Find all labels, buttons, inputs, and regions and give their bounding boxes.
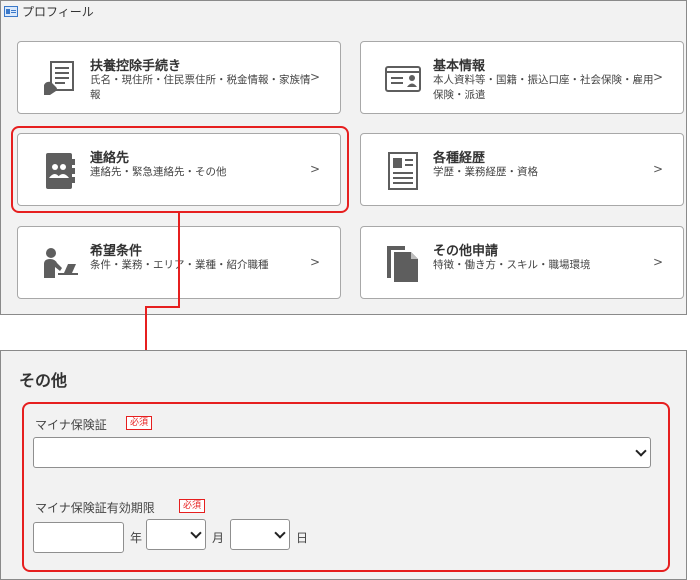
id-card-icon xyxy=(383,59,423,99)
card-subtitle: 特徴・働き方・スキル・職場環境 xyxy=(433,259,591,271)
window-title: プロフィール xyxy=(22,4,94,19)
chevron-right-icon: > xyxy=(652,162,663,176)
card-title: 希望条件 xyxy=(90,244,143,259)
card-kihon[interactable]: 基本情報 本人資料等・国籍・振込口座・社会保険・雇用保険・派遣 > xyxy=(360,41,684,114)
expiry-day-select[interactable] xyxy=(230,519,290,550)
card-subtitle: 学歴・業務経歴・資格 xyxy=(433,166,538,178)
card-keireki[interactable]: 各種経歴 学歴・業務経歴・資格 > xyxy=(360,133,684,206)
insurance-card-select[interactable] xyxy=(33,437,651,468)
day-unit: 日 xyxy=(296,531,309,545)
card-subtitle: 氏名・現住所・住民票住所・税金情報・家族情報 xyxy=(90,74,311,101)
card-subtitle: 本人資料等・国籍・振込口座・社会保険・雇用保険・派遣 xyxy=(433,74,654,101)
month-unit: 月 xyxy=(212,531,225,545)
year-unit: 年 xyxy=(130,531,143,545)
chevron-down-icon xyxy=(274,526,286,539)
connector-line xyxy=(178,213,180,308)
card-fuyo[interactable]: 扶養控除手続き 氏名・現住所・住民票住所・税金情報・家族情報 > xyxy=(17,41,341,114)
chevron-right-icon: > xyxy=(309,255,320,269)
required-badge: 必須 xyxy=(179,499,206,513)
expiry-year-input[interactable] xyxy=(33,522,124,553)
card-title: 扶養控除手続き xyxy=(90,59,182,74)
chevron-right-icon: > xyxy=(652,255,663,269)
chevron-right-icon: > xyxy=(652,70,663,84)
card-subtitle: 条件・業務・エリア・業種・紹介職種 xyxy=(90,258,312,273)
expiry-month-select[interactable] xyxy=(146,519,206,550)
tax-form-icon xyxy=(40,59,80,99)
chevron-down-icon xyxy=(190,526,202,539)
insurance-card-label: マイナ保険証 xyxy=(35,418,107,432)
connector-line xyxy=(145,306,180,308)
resume-icon xyxy=(383,151,423,191)
card-title: 各種経歴 xyxy=(433,151,486,166)
highlight-frame-contact xyxy=(11,126,349,213)
required-badge: 必須 xyxy=(126,416,153,430)
card-title: 基本情報 xyxy=(433,59,486,74)
section-title: その他 xyxy=(19,371,68,390)
card-title: その他申請 xyxy=(433,244,499,259)
person-desk-icon xyxy=(40,244,80,284)
profile-card-icon xyxy=(4,5,18,17)
documents-icon xyxy=(383,244,423,284)
chevron-down-icon xyxy=(635,444,647,457)
window-title-bar: プロフィール xyxy=(4,3,94,19)
chevron-right-icon: > xyxy=(309,70,320,84)
expiry-label: マイナ保険証有効期限 xyxy=(35,501,155,515)
card-sonota[interactable]: その他申請 特徴・働き方・スキル・職場環境 > xyxy=(360,226,684,299)
